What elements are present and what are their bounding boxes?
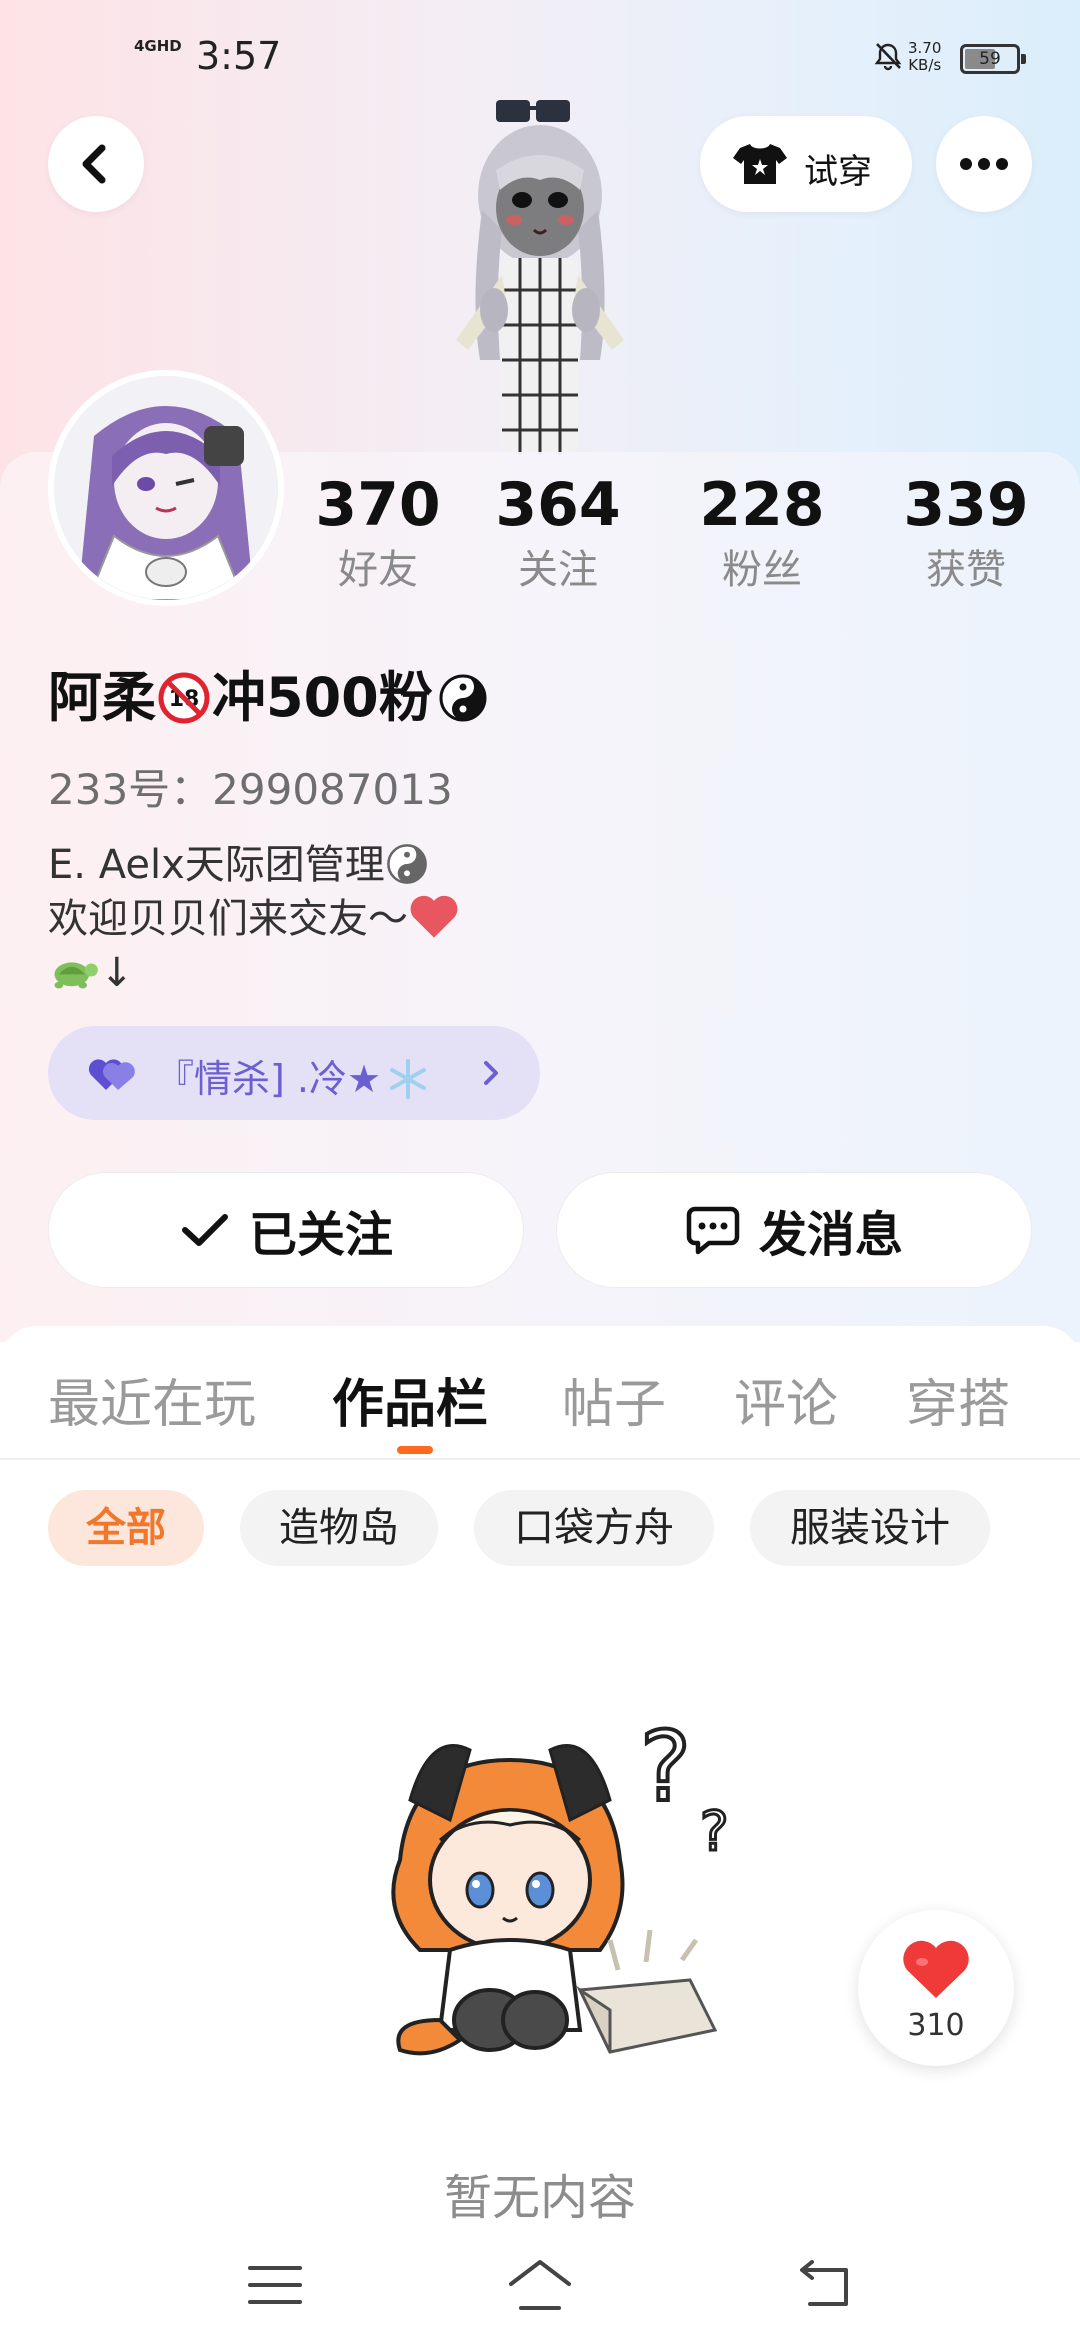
stat-likes[interactable]: 339 获赞 (876, 470, 1056, 598)
snowflake-icon (390, 1059, 427, 1099)
nickname: 阿柔 18 冲500粉 (48, 662, 489, 734)
bio-line: ↓ (48, 946, 460, 1000)
empty-state-illustration: ? ? (391, 1709, 730, 2056)
menu-icon[interactable] (240, 2250, 310, 2320)
stat-following[interactable]: 364 关注 (468, 470, 648, 598)
group-name: 『情杀] .冷★ (156, 1048, 429, 1103)
empty-state-text: 暂无内容 (443, 2170, 636, 2226)
yin-yang-icon (386, 844, 427, 884)
message-icon (686, 1206, 740, 1255)
heart-icon (410, 895, 458, 938)
followed-button[interactable]: 已关注 (48, 1172, 524, 1288)
chip-all[interactable]: 全部 (48, 1490, 204, 1566)
more-button[interactable] (936, 116, 1032, 212)
check-icon (181, 1214, 228, 1246)
stat-friends[interactable]: 370 好友 (288, 470, 468, 598)
chip-creation-island[interactable]: 造物岛 (240, 1490, 438, 1566)
bio-line: E. Aelx天际团管理 (48, 838, 460, 892)
stat-value: 228 (699, 470, 825, 540)
stat-value: 339 (903, 470, 1029, 540)
battery-icon: 59 (960, 44, 1026, 74)
svg-text:?: ? (640, 1711, 691, 1823)
chip-fashion-design[interactable]: 服装设计 (750, 1490, 990, 1566)
follow-label: 已关注 (248, 1207, 393, 1263)
bio: E. Aelx天际团管理 欢迎贝贝们来交友～ ↓ (48, 838, 460, 1000)
network-indicator: 4GHD (134, 37, 182, 55)
tab-posts[interactable]: 帖子 (562, 1362, 666, 1437)
like-count: 310 (907, 2008, 965, 2043)
system-nav-bar (0, 2230, 1080, 2340)
yin-yang-icon (439, 674, 487, 722)
status-time: 3:57 (196, 34, 282, 78)
nickname-suffix: 冲500粉 (212, 666, 433, 729)
svg-text:?: ? (700, 1800, 729, 1863)
avatar-3d-figure[interactable] (410, 100, 670, 455)
bio-line: 欢迎贝贝们来交友～ (48, 892, 460, 946)
stat-label: 关注 (518, 547, 598, 593)
group-badge[interactable]: 『情杀] .冷★ (48, 1026, 540, 1120)
profile-avatar[interactable] (48, 370, 284, 606)
try-on-label: 试穿 (804, 152, 872, 192)
chip-pocket-ark[interactable]: 口袋方舟 (474, 1490, 714, 1566)
chevron-right-icon (484, 1061, 498, 1085)
heart-icon (903, 1940, 969, 1998)
network-speed: 3.70 KB/s (908, 39, 942, 74)
stat-label: 粉丝 (722, 547, 802, 593)
tab-works[interactable]: 作品栏 (332, 1362, 488, 1437)
stat-value: 364 (495, 470, 621, 540)
battery-level: 59 (979, 49, 1001, 69)
home-icon[interactable] (505, 2250, 575, 2320)
send-message-button[interactable]: 发消息 (556, 1172, 1032, 1288)
tshirt-icon (733, 144, 787, 184)
stat-fans[interactable]: 228 粉丝 (672, 470, 852, 598)
message-label: 发消息 (758, 1207, 903, 1263)
try-on-button[interactable]: 试穿 (700, 116, 912, 212)
back-button[interactable] (48, 116, 144, 212)
avatar-illustration (54, 376, 278, 600)
stat-label: 好友 (338, 547, 418, 593)
like-floating-button[interactable]: 310 (858, 1910, 1014, 2066)
bell-off-icon (874, 43, 902, 71)
status-bar: 4GHD 3:57 3.70 KB/s 59 (0, 0, 1080, 110)
age-18-icon: 18 (158, 672, 210, 724)
tab-outfits[interactable]: 穿搭 (906, 1362, 1010, 1437)
content-tabs: 最近在玩 作品栏 帖子 评论 穿搭 (0, 1326, 1080, 1460)
more-icon (960, 158, 1008, 170)
tab-recently-played[interactable]: 最近在玩 (48, 1362, 256, 1437)
nickname-text: 阿柔 (48, 666, 156, 729)
turtle-icon (54, 962, 98, 989)
return-icon[interactable] (790, 2250, 860, 2320)
user-id: 233号：299087013 (48, 765, 453, 814)
tab-comments[interactable]: 评论 (734, 1362, 838, 1437)
stat-label: 获赞 (926, 547, 1006, 593)
back-icon (82, 144, 106, 184)
stat-value: 370 (315, 470, 441, 540)
active-tab-indicator (397, 1446, 433, 1454)
double-heart-icon (88, 1059, 135, 1090)
